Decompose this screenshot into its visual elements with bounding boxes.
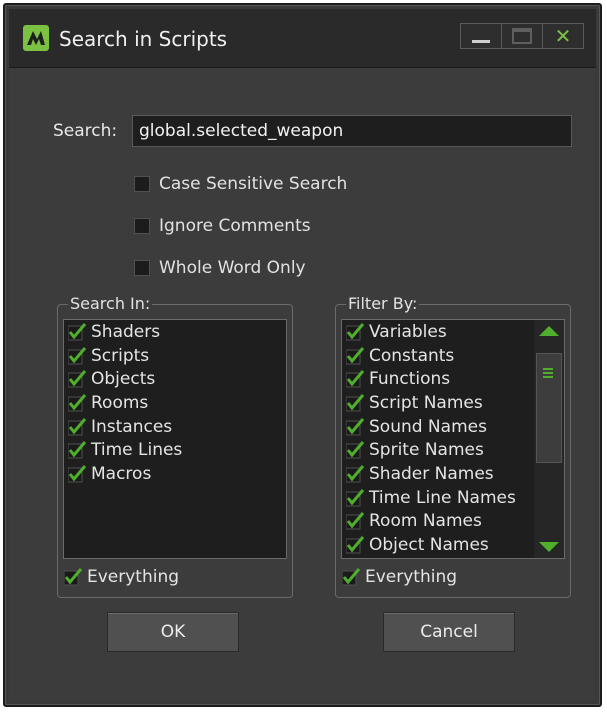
checkmark-icon[interactable] (68, 464, 88, 483)
gamemaker-logo-icon (23, 25, 49, 51)
checkmark-icon[interactable] (346, 488, 366, 507)
checkmark-icon[interactable] (68, 322, 88, 341)
list-item-label: Sprite Names (369, 440, 484, 461)
list-item-label: Room Names (369, 511, 482, 532)
filter-by-everything-label: Everything (365, 567, 458, 587)
list-item-label: Functions (369, 369, 451, 390)
minimize-button[interactable] (461, 24, 502, 48)
filter-by-everything-option[interactable]: Everything (342, 567, 457, 587)
checkmark-icon[interactable] (346, 417, 366, 436)
filter-by-legend: Filter By: (346, 294, 420, 313)
ignore-comments-option[interactable]: Ignore Comments (134, 216, 311, 236)
list-item[interactable]: Constants (342, 344, 564, 368)
close-button[interactable]: ✕ (543, 24, 583, 48)
minimize-icon (472, 39, 490, 43)
maximize-button[interactable] (502, 24, 543, 48)
list-item-label: Shader Names (369, 463, 494, 484)
checkmark-icon[interactable] (346, 346, 366, 365)
list-item-label: Objects (91, 369, 156, 390)
list-item-label: Variables (369, 321, 447, 342)
search-input[interactable] (132, 115, 572, 147)
checkmark-icon[interactable] (346, 393, 366, 412)
checkmark-icon[interactable] (346, 536, 366, 554)
case-sensitive-checkbox[interactable] (134, 176, 150, 192)
checkmark-icon[interactable] (68, 346, 88, 365)
list-item[interactable]: Objects (64, 367, 286, 391)
checkmark-icon[interactable] (346, 464, 366, 483)
list-item[interactable]: Object Names (342, 533, 564, 557)
list-item[interactable]: Instances (64, 415, 286, 439)
list-item[interactable]: Room Names (342, 510, 564, 534)
list-item-label: Instances (91, 416, 173, 437)
search-in-everything-option[interactable]: Everything (64, 567, 179, 587)
list-item[interactable]: Shader Names (342, 462, 564, 486)
list-item-label: Time Line Names (369, 487, 516, 508)
list-item-label: Macros (91, 463, 152, 484)
checkmark-icon[interactable] (64, 568, 84, 586)
whole-word-option[interactable]: Whole Word Only (134, 258, 306, 278)
list-item-label: Rooms (91, 392, 149, 413)
list-item[interactable]: Sound Names (342, 415, 564, 439)
list-item-label: Object Names (369, 535, 489, 556)
list-item-label: Script Names (369, 392, 483, 413)
list-item[interactable]: Scripts (64, 344, 286, 368)
dialog-content: Search: Case Sensitive Search Ignore Com… (9, 68, 596, 701)
list-item[interactable]: Script Names (342, 391, 564, 415)
search-in-everything-label: Everything (87, 567, 180, 587)
search-label: Search: (53, 121, 118, 141)
list-item[interactable]: Sprite Names (342, 438, 564, 462)
list-item[interactable]: Time Line Names (342, 486, 564, 510)
scroll-up-arrow-icon[interactable] (539, 326, 559, 336)
list-item-label: Shaders (91, 321, 161, 342)
maximize-icon (512, 28, 532, 44)
case-sensitive-option[interactable]: Case Sensitive Search (134, 174, 347, 194)
checkmark-icon[interactable] (346, 512, 366, 530)
checkmark-icon[interactable] (346, 370, 366, 388)
search-in-group: Search In: Shaders Scripts Objects Rooms Ins… (57, 294, 293, 598)
list-item-label: Scripts (91, 345, 150, 366)
list-item[interactable]: Functions (342, 367, 564, 391)
search-in-list[interactable]: Shaders Scripts Objects Rooms Instances Time … (63, 319, 287, 559)
checkmark-icon[interactable] (342, 568, 362, 586)
list-item-label: Sound Names (369, 416, 487, 437)
search-in-scripts-dialog: Search in Scripts ✕ Search: Case Sensiti… (3, 3, 602, 707)
whole-word-checkbox[interactable] (134, 260, 150, 276)
title-bar[interactable]: Search in Scripts ✕ (9, 9, 596, 68)
checkmark-icon[interactable] (346, 441, 366, 459)
checkmark-icon[interactable] (68, 417, 88, 436)
scroll-down-arrow-icon[interactable] (539, 542, 559, 552)
checkmark-icon[interactable] (68, 393, 88, 412)
ignore-comments-label: Ignore Comments (159, 216, 311, 236)
window-title: Search in Scripts (59, 27, 228, 51)
ignore-comments-checkbox[interactable] (134, 218, 150, 234)
list-item[interactable]: Variables (342, 320, 564, 344)
search-in-legend: Search In: (68, 294, 153, 313)
list-item[interactable]: Macros (64, 462, 286, 486)
close-icon: ✕ (554, 24, 572, 48)
list-item-label: Time Lines (91, 440, 183, 461)
list-item-label: Constants (369, 345, 455, 366)
ok-button[interactable]: OK (107, 612, 239, 652)
cancel-button[interactable]: Cancel (383, 612, 515, 652)
filter-by-list[interactable]: Variables Constants Functions Script Names S… (341, 319, 565, 559)
checkmark-icon[interactable] (68, 441, 88, 459)
window-controls: ✕ (460, 23, 584, 49)
case-sensitive-label: Case Sensitive Search (159, 174, 348, 194)
checkmark-icon[interactable] (346, 322, 366, 341)
checkmark-icon[interactable] (68, 370, 88, 388)
list-item[interactable]: Time Lines (64, 438, 286, 462)
whole-word-label: Whole Word Only (159, 258, 306, 278)
grip-icon (543, 368, 553, 380)
filter-by-scrollbar[interactable] (534, 320, 564, 558)
list-item[interactable]: Shaders (64, 320, 286, 344)
list-item[interactable]: Rooms (64, 391, 286, 415)
filter-by-group: Filter By: Variables Constants Functions Sc… (335, 294, 571, 598)
